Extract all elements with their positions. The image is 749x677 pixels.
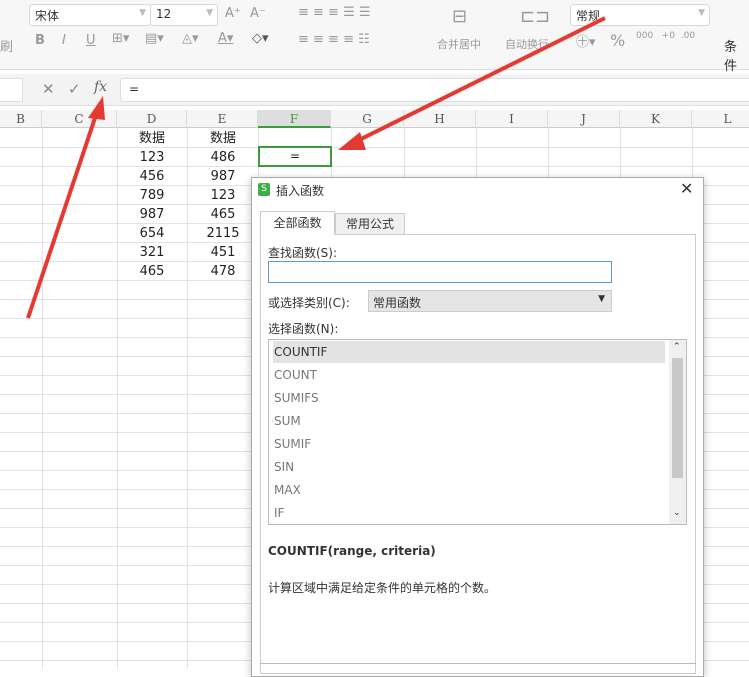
cell-e3[interactable]: 987: [188, 167, 258, 186]
divider: [260, 663, 696, 664]
app-logo-icon: S: [258, 183, 270, 196]
column-header-e[interactable]: E: [187, 110, 258, 128]
select-function-label: 选择函数(N):: [268, 322, 339, 336]
font-shrink-button[interactable]: A⁻: [250, 6, 266, 21]
merge-button[interactable]: 合并居中: [437, 36, 481, 52]
column-header-b[interactable]: B: [0, 110, 42, 128]
font-name-value: 宋体: [35, 9, 60, 23]
font-size-value: 12: [156, 7, 172, 21]
grid-row-line: [0, 166, 749, 167]
decimal-icons[interactable]: 000 +0 .00: [636, 31, 695, 41]
column-header-k[interactable]: K: [620, 110, 692, 128]
function-item[interactable]: SUM: [273, 410, 665, 432]
function-item[interactable]: MAX: [273, 479, 665, 501]
formula-input[interactable]: =: [120, 78, 749, 102]
function-item[interactable]: COUNT: [273, 364, 665, 386]
italic-button[interactable]: I: [62, 33, 66, 48]
column-header-g[interactable]: G: [331, 110, 404, 128]
bold-button[interactable]: B: [35, 33, 45, 48]
font-name-select[interactable]: 宋体 ▼: [29, 4, 151, 26]
column-header-j[interactable]: J: [548, 110, 620, 128]
search-function-input[interactable]: [268, 261, 612, 283]
dialog-title: 插入函数: [276, 184, 325, 198]
eraser-icon[interactable]: ◇▾: [252, 31, 269, 46]
wrap-button[interactable]: 自动换行: [505, 36, 549, 52]
column-header-d[interactable]: D: [117, 110, 187, 128]
cell-d5[interactable]: 987: [117, 205, 187, 224]
cell-d7[interactable]: 321: [117, 243, 187, 262]
currency-icon[interactable]: ㊉▾: [576, 31, 596, 50]
wrap-icon: ⊏⊐: [520, 6, 551, 27]
conditional-format-button[interactable]: 条件: [724, 36, 749, 74]
ribbon-toolbar: 刷 宋体 ▼ 12 ▼ A⁺ A⁻ B I U ⊞▾ ▤▾ ◬▾ A▾ ◇▾ ≡ ≡…: [0, 0, 749, 74]
font-color-icon[interactable]: A▾: [218, 31, 233, 46]
chevron-down-icon: ▼: [139, 8, 146, 18]
category-select[interactable]: 常用函数 ▼: [368, 290, 612, 312]
format-painter-label[interactable]: 刷: [0, 36, 13, 55]
percent-button[interactable]: %: [610, 31, 625, 50]
scrollbar[interactable]: ⌃ ⌄: [669, 340, 686, 524]
function-item[interactable]: SIN: [273, 456, 665, 478]
cell-e1[interactable]: 数据: [188, 129, 258, 148]
category-value: 常用函数: [373, 296, 422, 310]
function-item[interactable]: SUMIFS: [273, 387, 665, 409]
function-item[interactable]: SUMIF: [273, 433, 665, 455]
chevron-down-icon: ▼: [698, 8, 705, 18]
column-header-i[interactable]: I: [476, 110, 548, 128]
cell-e5[interactable]: 465: [188, 205, 258, 224]
fill-icon[interactable]: ▤▾: [145, 31, 164, 46]
underline-button[interactable]: U: [86, 33, 96, 48]
function-list[interactable]: COUNTIF COUNT SUMIFS SUM SUMIF SIN MAX I…: [268, 339, 687, 525]
chevron-down-icon: ▼: [598, 294, 605, 304]
category-label: 或选择类别(C):: [268, 296, 350, 310]
font-grow-button[interactable]: A⁺: [225, 6, 241, 21]
cell-d3[interactable]: 456: [117, 167, 187, 186]
function-item[interactable]: IF: [273, 502, 665, 524]
shade-icon[interactable]: ◬▾: [182, 31, 199, 46]
align-top-icons[interactable]: ≡ ≡ ≡ ☰ ☰: [298, 5, 371, 20]
cell-f2-active[interactable]: =: [258, 146, 332, 167]
cell-e4[interactable]: 123: [188, 186, 258, 205]
grid-row-line: [0, 147, 749, 148]
tab-common-formulas[interactable]: 常用公式: [335, 213, 405, 235]
cell-d6[interactable]: 654: [117, 224, 187, 243]
search-label: 查找函数(S):: [268, 246, 338, 260]
scroll-down-icon[interactable]: ⌄: [673, 508, 681, 518]
cell-d2[interactable]: 123: [117, 148, 187, 167]
cell-d8[interactable]: 465: [117, 262, 187, 281]
scroll-up-icon[interactable]: ⌃: [673, 342, 681, 352]
cell-e2[interactable]: 486: [188, 148, 258, 167]
column-header-h[interactable]: H: [404, 110, 476, 128]
chevron-down-icon: ▼: [206, 8, 213, 18]
column-header-f[interactable]: F: [258, 110, 331, 128]
red-arrow-to-fx: [26, 111, 99, 319]
number-format-value: 常规: [576, 9, 601, 23]
function-signature: COUNTIF(range, criteria): [268, 544, 436, 558]
confirm-icon[interactable]: ✓: [68, 80, 81, 98]
cell-d4[interactable]: 789: [117, 186, 187, 205]
function-description: 计算区域中满足给定条件的单元格的个数。: [268, 581, 497, 595]
name-box[interactable]: [0, 78, 23, 102]
cancel-icon[interactable]: ✕: [42, 80, 55, 98]
align-horizontal-icons[interactable]: ≡ ≡ ≡ ≡ ☷: [298, 32, 370, 47]
merge-icon: ⊟: [452, 6, 468, 27]
grid-column-line: [42, 128, 43, 669]
insert-function-button[interactable]: fx: [94, 79, 107, 95]
border-icon[interactable]: ⊞▾: [112, 31, 129, 46]
cell-e8[interactable]: 478: [188, 262, 258, 281]
close-icon[interactable]: ✕: [680, 179, 693, 198]
column-header-l[interactable]: L: [692, 110, 749, 128]
number-format-select[interactable]: 常规 ▼: [570, 4, 710, 26]
font-size-select[interactable]: 12 ▼: [150, 4, 218, 26]
cell-d1[interactable]: 数据: [117, 129, 187, 148]
cell-e7[interactable]: 451: [188, 243, 258, 262]
function-item-selected[interactable]: COUNTIF: [273, 341, 665, 363]
cell-e6[interactable]: 2115: [188, 224, 258, 243]
scrollbar-thumb[interactable]: [672, 358, 683, 478]
insert-function-dialog: S 插入函数 ✕ 全部函数 常用公式 查找函数(S): 或选择类别(C): 常用…: [251, 177, 704, 677]
tab-all-functions[interactable]: 全部函数: [260, 211, 335, 235]
column-header-row: B C D E F G H I J K L: [0, 110, 749, 128]
column-header-c[interactable]: C: [42, 110, 117, 128]
